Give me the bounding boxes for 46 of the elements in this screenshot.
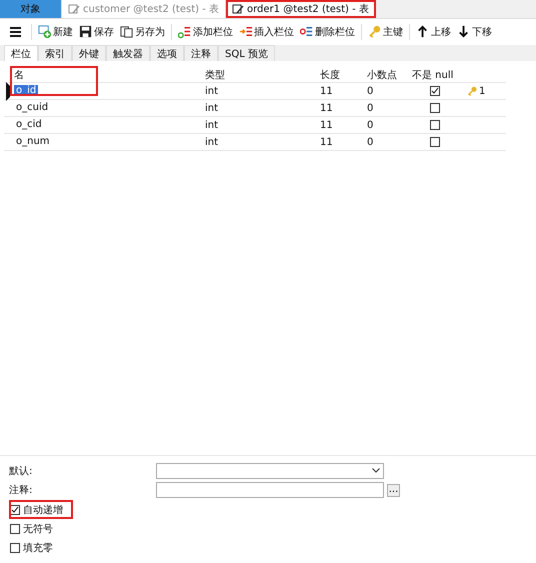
toolbar-button[interactable]: 上移 (414, 23, 453, 41)
table-cell-text: 0 (366, 120, 374, 130)
toolbar-button[interactable]: 添加栏位 (176, 23, 235, 41)
toolbar-button[interactable]: 另存为 (118, 23, 167, 41)
column-header: 长度 (320, 70, 340, 80)
table-cell-text: int (204, 102, 220, 114)
toolbar-button[interactable]: 保存 (77, 23, 116, 41)
tab[interactable]: 注释 (184, 45, 218, 61)
toolbar-button[interactable]: 下移 (455, 23, 494, 41)
tab[interactable]: 触发器 (106, 45, 150, 61)
table-cell-text: int (204, 86, 220, 96)
table-cell-text: o_cuid (15, 102, 50, 113)
table-cell-text: 0 (366, 136, 374, 148)
toolbar-button[interactable]: 删除栏位 (298, 23, 357, 41)
column-header: 类型 (205, 70, 225, 80)
table-cell-text: int (204, 120, 220, 130)
table-cell-text: 11 (319, 136, 334, 148)
field-label: 默认: (9, 464, 34, 478)
table-cell-text: 0 (366, 102, 374, 114)
checkbox-option[interactable]: 无符号 (9, 519, 63, 539)
table-cell-text: o_num (15, 136, 51, 147)
toolbar-button[interactable]: 插入栏位 (237, 23, 296, 41)
tab[interactable]: 对象 (0, 0, 62, 18)
ellipsis-button[interactable]: ... (387, 484, 400, 497)
tab[interactable]: 栏位 (4, 45, 38, 61)
table-cell-text: 0 (366, 86, 374, 96)
tab[interactable]: 外键 (72, 45, 106, 61)
table-cell-text: o_cid (15, 119, 43, 130)
tab[interactable]: 索引 (38, 45, 72, 61)
checkbox-option[interactable]: 自动递增 (9, 500, 73, 520)
table-cell-text: 11 (319, 120, 334, 130)
field-label: 注释: (9, 484, 34, 498)
column-header: 名 (14, 70, 24, 80)
table-cell-text: int (204, 136, 220, 148)
table-cell: 1 (479, 86, 486, 96)
toolbar-button[interactable]: 主键 (366, 23, 405, 41)
tab[interactable]: order1 @test2 (test) - 表 (226, 0, 376, 18)
tab[interactable]: SQL 预览 (218, 45, 275, 61)
table-cell-text: 11 (319, 86, 334, 96)
checkbox-option[interactable]: 填充零 (9, 538, 63, 558)
column-header: 不是 null (412, 70, 454, 80)
table-cell-text: 11 (319, 102, 334, 114)
toolbar-button[interactable]: 新建 (36, 23, 75, 41)
tab[interactable]: customer @test2 (test) - 表 (62, 0, 226, 18)
column-header: 小数点 (367, 70, 397, 80)
tab[interactable]: 选项 (150, 45, 184, 61)
